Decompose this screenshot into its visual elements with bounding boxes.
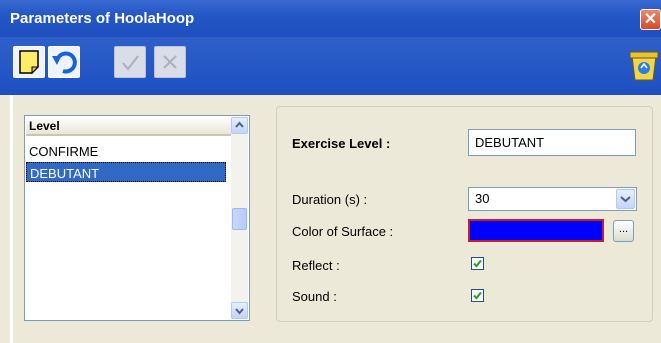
reflect-checkbox[interactable] xyxy=(471,257,484,270)
duration-dropdown-button[interactable] xyxy=(616,189,635,209)
color-swatch[interactable] xyxy=(468,219,604,242)
validate-button[interactable] xyxy=(114,46,146,78)
level-list[interactable]: Level CONFIRME DEBUTANT xyxy=(24,115,250,321)
checkmark-icon xyxy=(473,291,482,300)
parameters-window: Parameters of HoolaHoop ✕ Level CONFIRME… xyxy=(0,0,661,343)
check-icon xyxy=(122,55,139,71)
title-bar[interactable]: Parameters of HoolaHoop ✕ xyxy=(0,0,661,37)
chevron-down-icon xyxy=(620,196,631,203)
window-title: Parameters of HoolaHoop xyxy=(10,10,195,27)
list-scrollbar[interactable] xyxy=(231,117,248,319)
duration-value: 30 xyxy=(475,191,490,206)
sound-label: Sound : xyxy=(292,289,337,304)
new-button[interactable] xyxy=(13,46,45,78)
duration-label: Duration (s) : xyxy=(292,192,368,207)
sound-checkbox[interactable] xyxy=(471,289,484,302)
scroll-up-button[interactable] xyxy=(231,117,248,134)
scroll-thumb[interactable] xyxy=(232,208,247,230)
duration-select[interactable]: 30 xyxy=(468,187,637,211)
new-icon xyxy=(19,50,40,75)
color-picker-button[interactable]: ... xyxy=(613,220,634,242)
level-list-header[interactable]: Level xyxy=(26,117,231,136)
reflect-label: Reflect : xyxy=(292,258,340,273)
checkmark-icon xyxy=(473,259,482,268)
toolbar xyxy=(0,37,661,95)
scroll-down-button[interactable] xyxy=(231,302,248,319)
undo-icon xyxy=(52,51,77,74)
panel-edge xyxy=(10,95,13,343)
cross-icon xyxy=(163,55,177,69)
list-item[interactable]: CONFIRME xyxy=(26,141,226,161)
close-button[interactable]: ✕ xyxy=(640,9,661,30)
recycle-bin-icon[interactable] xyxy=(627,46,661,82)
undo-button[interactable] xyxy=(48,46,80,78)
color-surface-label: Color of Surface : xyxy=(292,224,394,239)
exercise-level-field[interactable]: DEBUTANT xyxy=(468,129,636,156)
exercise-level-label: Exercise Level : xyxy=(292,136,391,151)
cancel-button[interactable] xyxy=(154,46,186,78)
chevron-down-icon xyxy=(235,308,244,315)
chevron-up-icon xyxy=(235,121,244,128)
list-item-selected[interactable]: DEBUTANT xyxy=(26,162,226,182)
close-icon: ✕ xyxy=(643,11,658,28)
